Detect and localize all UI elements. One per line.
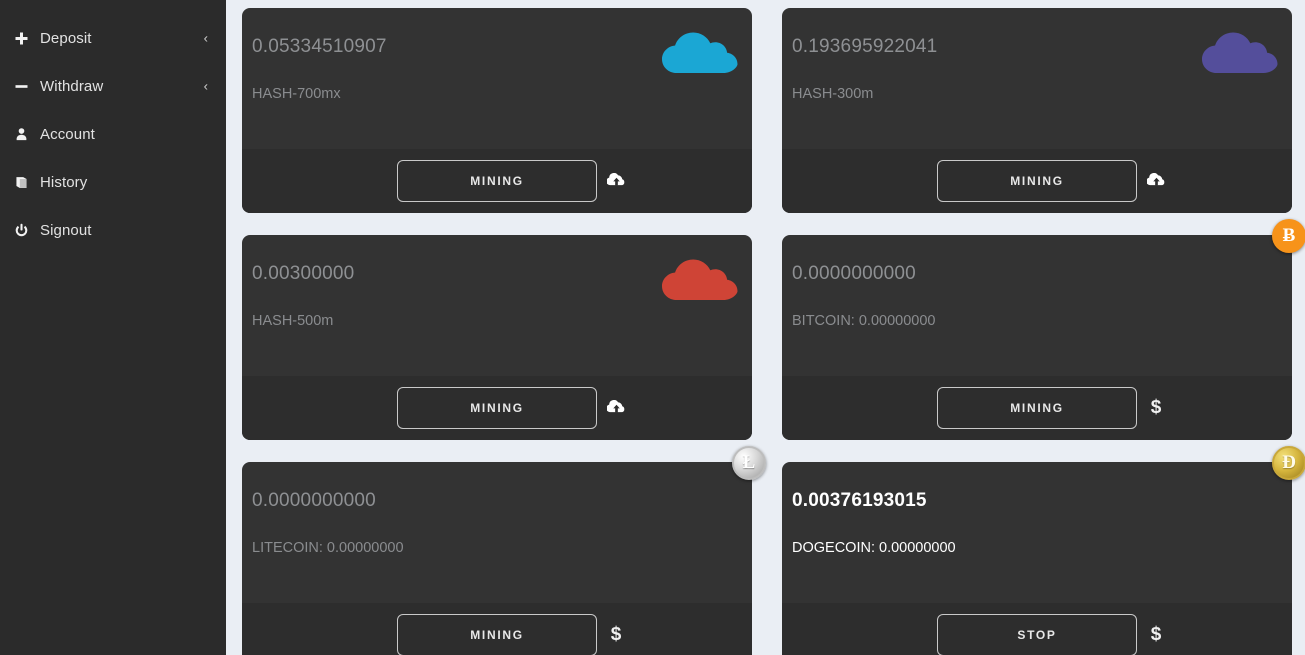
mining-button[interactable]: MINING (397, 614, 597, 655)
minus-icon (14, 76, 36, 96)
card-subtitle: HASH-700mx (252, 86, 341, 102)
app-root: Deposit ‹ Withdraw ‹ Account History Signout 0… (0, 0, 1305, 655)
chevron-left-icon[interactable]: ‹ (204, 80, 208, 93)
mining-button[interactable]: MINING (397, 160, 597, 202)
mining-card-grid: 0.05334510907 HASH-700mx MINING 0.193695922… (242, 8, 1305, 655)
sidebar-item-withdraw[interactable]: Withdraw ‹ (0, 62, 226, 110)
sidebar-item-label: History (40, 173, 88, 191)
mining-card: Ƀ 0.0000000000 BITCOIN: 0.00000000 MINING $ (782, 219, 1305, 440)
card-footer: MINING (242, 149, 752, 213)
cloud-upload-icon[interactable] (605, 397, 627, 419)
card-body: 0.0000000000 LITECOIN: 0.00000000 (242, 462, 752, 603)
card-body: 0.193695922041 HASH-300m (782, 8, 1292, 149)
card-footer: STOP $ (782, 603, 1292, 655)
plus-icon (14, 28, 36, 48)
cloud-upload-icon[interactable] (1145, 170, 1167, 192)
sidebar-item-deposit[interactable]: Deposit ‹ (0, 14, 226, 62)
card-balance-value: 0.00376193015 (792, 490, 927, 511)
mining-button[interactable]: MINING (937, 160, 1137, 202)
sidebar-item-label: Account (40, 125, 95, 143)
card-footer: MINING $ (782, 376, 1292, 440)
card-subtitle: BITCOIN: 0.00000000 (792, 313, 936, 329)
sidebar-item-signout[interactable]: Signout (0, 206, 226, 254)
sidebar-item-label: Withdraw (40, 77, 104, 95)
card-subtitle: LITECOIN: 0.00000000 (252, 540, 404, 556)
mining-button[interactable]: MINING (397, 387, 597, 429)
cloud-upload-icon[interactable] (605, 170, 627, 192)
chevron-left-icon[interactable]: ‹ (204, 32, 208, 45)
card-balance-value: 0.00300000 (252, 263, 355, 284)
sidebar-item-label: Deposit (40, 29, 92, 47)
sidebar-item-history[interactable]: History (0, 158, 226, 206)
card-subtitle: HASH-500m (252, 313, 334, 329)
card-footer: MINING $ (242, 603, 752, 655)
mining-card: 0.00300000 HASH-500m MINING (242, 235, 752, 440)
card-balance-value: 0.193695922041 (792, 36, 938, 57)
card-subtitle: DOGECOIN: 0.00000000 (792, 540, 956, 556)
card-balance-value: 0.0000000000 (252, 490, 376, 511)
mining-card: Đ 0.00376193015 DOGECOIN: 0.00000000 STOP $ (782, 446, 1305, 655)
dollar-icon[interactable]: $ (605, 624, 627, 646)
user-icon (14, 124, 36, 144)
sidebar-item-account[interactable]: Account (0, 110, 226, 158)
card-body: 0.00300000 HASH-500m (242, 235, 752, 376)
card-body: 0.0000000000 BITCOIN: 0.00000000 (782, 235, 1292, 376)
card-subtitle: HASH-300m (792, 86, 874, 102)
mining-card: 0.05334510907 HASH-700mx MINING (242, 8, 752, 213)
mining-card: 0.193695922041 HASH-300m MINING (782, 8, 1292, 213)
card-footer: MINING (242, 376, 752, 440)
card-body: 0.00376193015 DOGECOIN: 0.00000000 (782, 462, 1292, 603)
card-balance-value: 0.0000000000 (792, 263, 916, 284)
sidebar: Deposit ‹ Withdraw ‹ Account History Signout (0, 0, 226, 655)
dollar-icon[interactable]: $ (1145, 397, 1167, 419)
card-footer: MINING (782, 149, 1292, 213)
mining-button[interactable]: MINING (937, 387, 1137, 429)
card-balance-value: 0.05334510907 (252, 36, 387, 57)
main-content: 0.05334510907 HASH-700mx MINING 0.193695922… (226, 0, 1305, 655)
dollar-icon[interactable]: $ (1145, 624, 1167, 646)
card-body: 0.05334510907 HASH-700mx (242, 8, 752, 149)
stop-button[interactable]: STOP (937, 614, 1137, 655)
book-icon (14, 172, 36, 192)
power-icon (14, 220, 36, 240)
sidebar-item-label: Signout (40, 221, 92, 239)
mining-card: Ł 0.0000000000 LITECOIN: 0.00000000 MINING $ (242, 446, 766, 655)
